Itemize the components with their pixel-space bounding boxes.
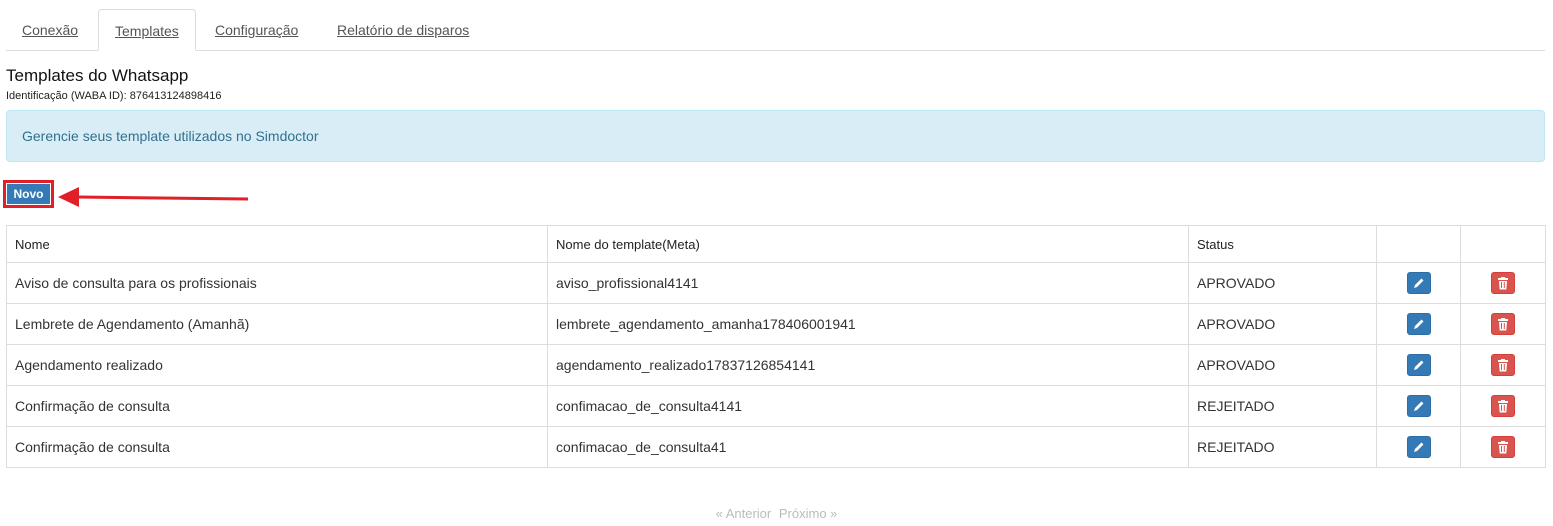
cell-nome: Confirmação de consulta	[6, 385, 548, 427]
cell-delete	[1460, 385, 1546, 427]
cell-delete	[1460, 303, 1546, 345]
delete-button[interactable]	[1491, 272, 1515, 294]
edit-button[interactable]	[1406, 354, 1431, 376]
cell-edit	[1376, 262, 1461, 304]
novo-button[interactable]: Novo	[7, 184, 50, 204]
delete-button[interactable]	[1491, 436, 1515, 458]
next-page-link[interactable]: Próximo »	[779, 506, 838, 521]
delete-button[interactable]	[1491, 313, 1515, 335]
header-template-meta: Nome do template(Meta)	[547, 225, 1189, 263]
edit-button[interactable]	[1406, 313, 1431, 335]
edit-button[interactable]	[1406, 272, 1431, 294]
annotation-arrow-icon	[58, 187, 249, 207]
cell-template: agendamento_realizado17837126854141	[547, 344, 1189, 386]
table-header-row: Nome Nome do template(Meta) Status	[6, 225, 1546, 263]
cell-template: aviso_profissional4141	[547, 262, 1189, 304]
cell-nome: Aviso de consulta para os profissionais	[6, 262, 548, 304]
status-badge: REJEITADO	[1188, 385, 1377, 427]
edit-button[interactable]	[1406, 436, 1431, 458]
prev-page-link[interactable]: « Anterior	[716, 506, 772, 521]
cell-template: confimacao_de_consulta41	[547, 426, 1189, 468]
status-badge: APROVADO	[1188, 344, 1377, 386]
tab-relatorio-de-disparos[interactable]: Relatório de disparos	[321, 9, 485, 51]
cell-delete	[1460, 426, 1546, 468]
cell-nome: Agendamento realizado	[6, 344, 548, 386]
cell-edit	[1376, 385, 1461, 427]
status-badge: REJEITADO	[1188, 426, 1377, 468]
delete-button[interactable]	[1491, 354, 1515, 376]
edit-button[interactable]	[1406, 395, 1431, 417]
cell-edit	[1376, 344, 1461, 386]
pagination: « Anterior Próximo »	[0, 506, 1553, 521]
cell-nome: Lembrete de Agendamento (Amanhã)	[6, 303, 548, 345]
templates-table: Nome Nome do template(Meta) Status Aviso…	[6, 225, 1546, 468]
cell-edit	[1376, 426, 1461, 468]
tab-templates[interactable]: Templates	[98, 9, 196, 51]
page-title: Templates do Whatsapp	[6, 66, 189, 85]
table-row: Confirmação de consulta confimacao_de_con…	[6, 426, 1546, 468]
table-row: Confirmação de consulta confimacao_de_con…	[6, 385, 1546, 427]
cell-template: lembrete_agendamento_amanha178406001941	[547, 303, 1189, 345]
arrow-head	[58, 187, 79, 207]
waba-id-line: Identificação (WABA ID): 876413124898416	[6, 90, 221, 102]
arrow-shaft	[76, 195, 249, 201]
status-badge: APROVADO	[1188, 262, 1377, 304]
info-alert: Gerencie seus template utilizados no Sim…	[6, 110, 1545, 162]
delete-button[interactable]	[1491, 395, 1515, 417]
cell-delete	[1460, 262, 1546, 304]
tab-bar: Conexão Templates Configuração Relatório…	[6, 9, 1545, 51]
table-row: Agendamento realizado agendamento_realiza…	[6, 344, 1546, 386]
cell-edit	[1376, 303, 1461, 345]
novo-highlight-box: Novo	[3, 180, 54, 208]
tab-conexao[interactable]: Conexão	[6, 9, 94, 51]
status-badge: APROVADO	[1188, 303, 1377, 345]
cell-delete	[1460, 344, 1546, 386]
cell-template: confimacao_de_consulta4141	[547, 385, 1189, 427]
tab-configuracao[interactable]: Configuração	[199, 9, 314, 51]
header-nome: Nome	[6, 225, 548, 263]
table-row: Aviso de consulta para os profissionais a…	[6, 262, 1546, 304]
table-row: Lembrete de Agendamento (Amanhã) lembrete…	[6, 303, 1546, 345]
header-edit	[1376, 225, 1461, 263]
header-status: Status	[1188, 225, 1377, 263]
cell-nome: Confirmação de consulta	[6, 426, 548, 468]
waba-id-label: Identificação (WABA ID):	[6, 90, 127, 102]
header-delete	[1460, 225, 1546, 263]
waba-id-value: 876413124898416	[129, 90, 222, 102]
